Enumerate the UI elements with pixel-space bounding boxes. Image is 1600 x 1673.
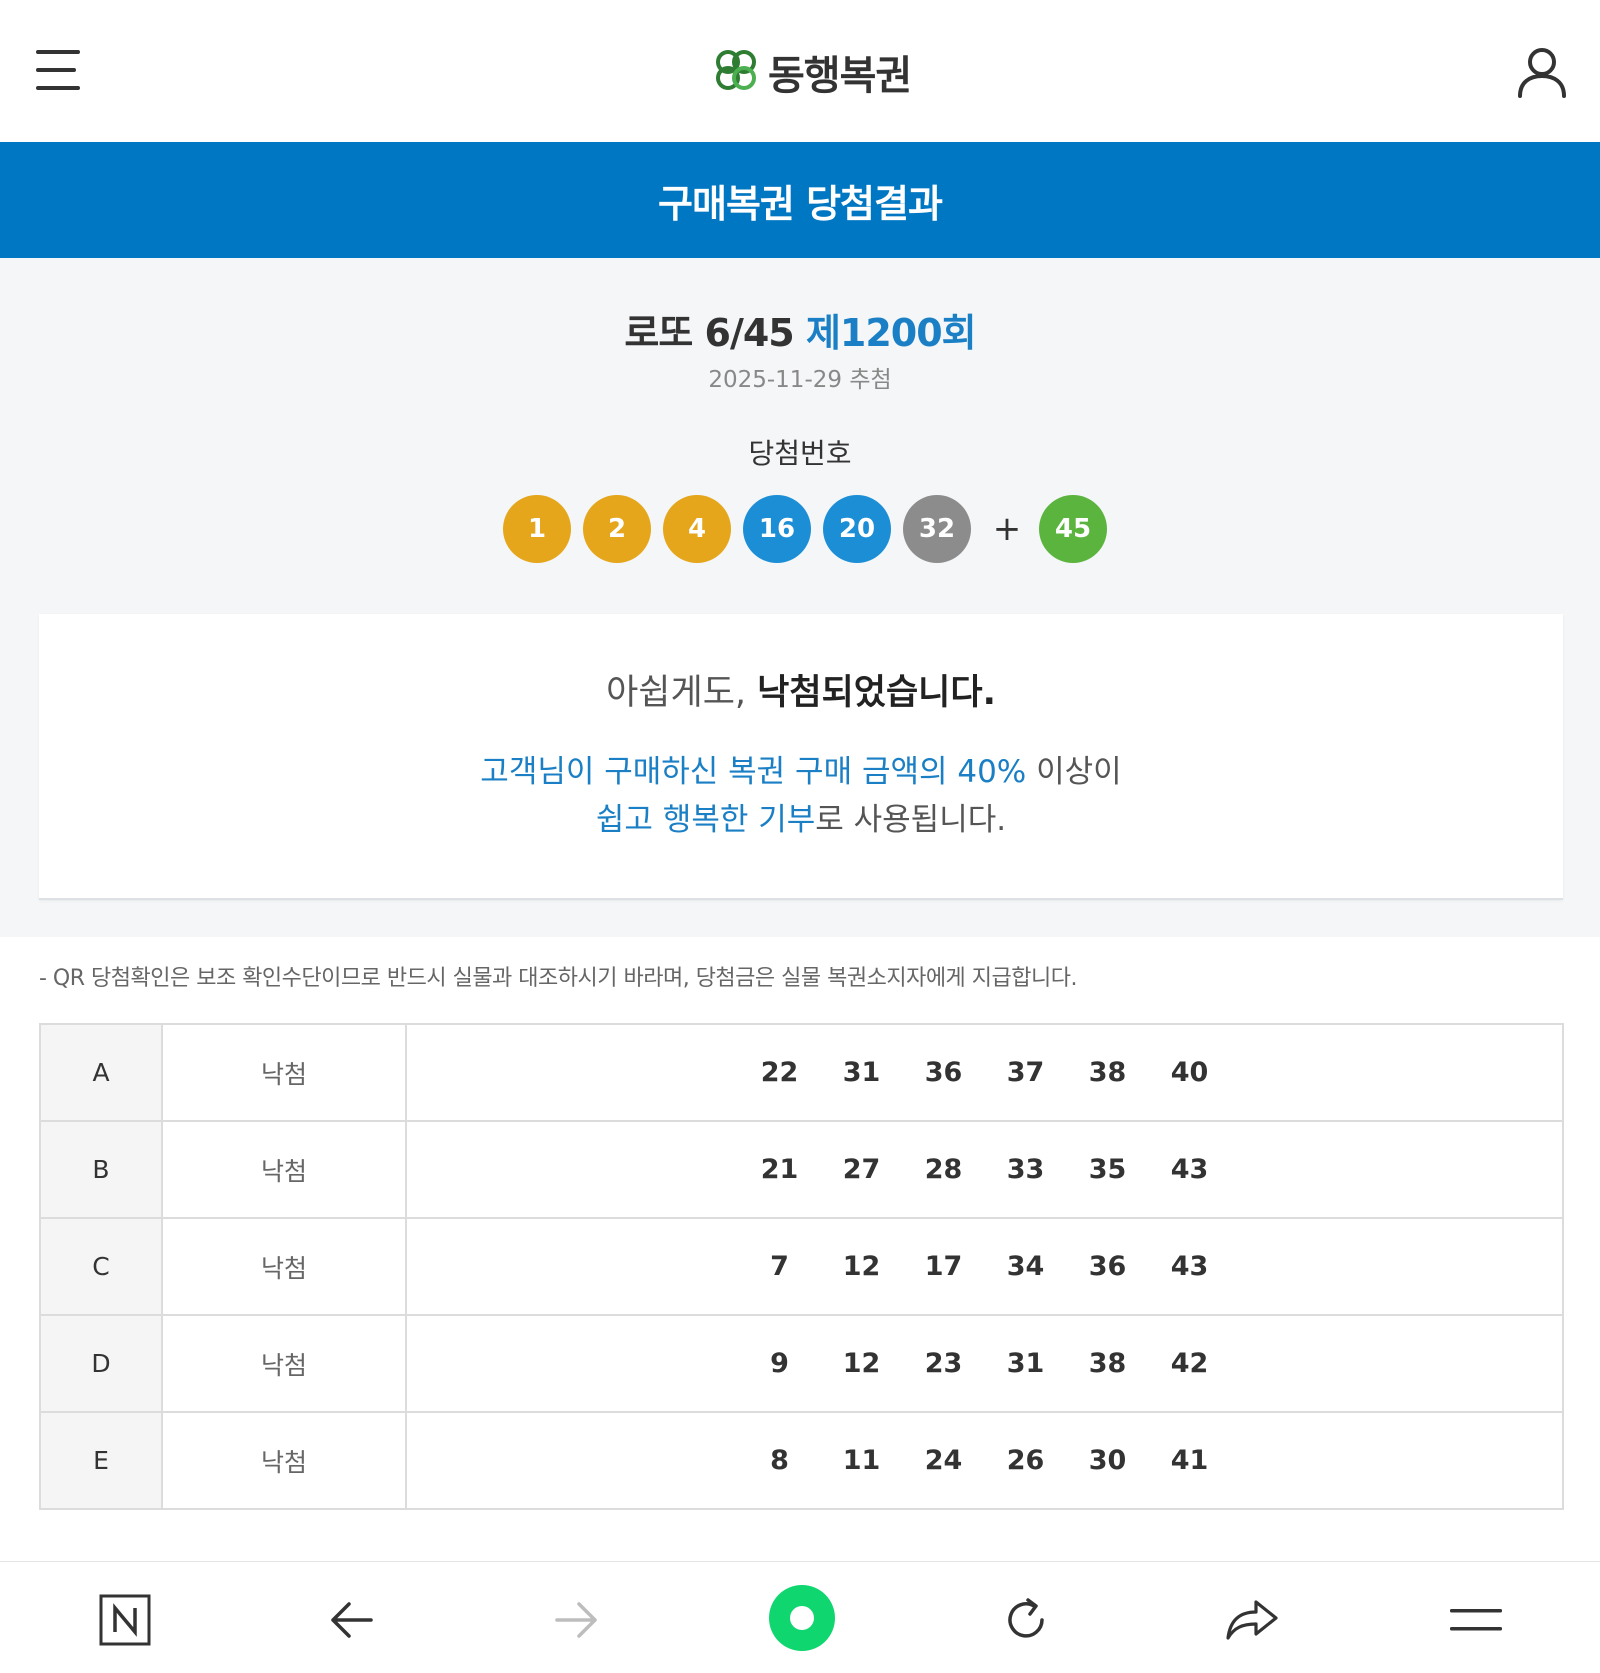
page-title-band: 구매복권 당첨결과: [0, 142, 1600, 258]
donation-highlight-1: 고객님이 구매하신 복권 구매 금액의 40%: [480, 754, 1027, 790]
ticket-number: 9: [770, 1348, 789, 1379]
ticket-game-label: B: [39, 1120, 163, 1219]
ticket-number: 27: [842, 1154, 881, 1185]
ticket-number: 24: [924, 1445, 963, 1476]
ticket-row: A 낙첨 22 31 36 37 38 40: [39, 1023, 1564, 1122]
draw-date: 2025-11-29 추첨: [708, 367, 892, 393]
result-message: 아쉽게도, 낙첨되었습니다.: [39, 664, 1563, 715]
ticket-number: 8: [770, 1445, 789, 1476]
ticket-number: 23: [924, 1348, 963, 1379]
ticket-status: 낙첨: [161, 1217, 407, 1316]
ticket-number: 36: [924, 1057, 963, 1088]
ticket-status: 낙첨: [161, 1120, 407, 1219]
ticket-numbers-cell: 21 27 28 33 35 43: [405, 1120, 1564, 1219]
ticket-numbers: 8 11 24 26 30 41: [407, 1445, 1562, 1476]
ticket-number: 37: [1006, 1057, 1045, 1088]
ticket-number: 11: [842, 1445, 881, 1476]
brand-name: 동행복권: [768, 53, 912, 99]
winning-number-ball: 16: [743, 495, 811, 563]
user-account-icon[interactable]: [1514, 44, 1570, 100]
ticket-number: 43: [1170, 1154, 1209, 1185]
brand-logo[interactable]: 동행복권: [712, 44, 912, 100]
donation-text-2: 로 사용됩니다.: [815, 802, 1007, 838]
game-name: 로또 6/45: [624, 311, 794, 355]
bonus-number-ball: 45: [1039, 495, 1107, 563]
reload-icon[interactable]: [996, 1590, 1056, 1650]
ticket-number: 28: [924, 1154, 963, 1185]
browser-bottom-bar: [0, 1561, 1600, 1673]
ticket-numbers: 9 12 23 31 38 42: [407, 1348, 1562, 1379]
ticket-game-label: C: [39, 1217, 163, 1316]
ticket-row: B 낙첨 21 27 28 33 35 43: [39, 1120, 1564, 1219]
top-header: 동행복권: [0, 0, 1600, 142]
draw-round: 제1200회: [805, 311, 977, 355]
donation-message: 고객님이 구매하신 복권 구매 금액의 40% 이상이 쉽고 행복한 기부로 사…: [39, 748, 1563, 844]
ticket-game-label: E: [39, 1411, 163, 1510]
ticket-number: 38: [1088, 1057, 1127, 1088]
ticket-status: 낙첨: [161, 1314, 407, 1413]
winning-number-ball: 2: [583, 495, 651, 563]
qr-notice: - QR 당첨확인은 보조 확인수단이므로 반드시 실물과 대조하시기 바라며,…: [39, 966, 1078, 991]
ticket-row: E 낙첨 8 11 24 26 30 41: [39, 1411, 1564, 1510]
ticket-number: 40: [1170, 1057, 1209, 1088]
page-title: 구매복권 당첨결과: [658, 181, 943, 226]
ticket-number: 33: [1006, 1154, 1045, 1185]
ticket-numbers-cell: 22 31 36 37 38 40: [405, 1023, 1564, 1122]
ticket-status: 낙첨: [161, 1411, 407, 1510]
winning-number-ball: 20: [823, 495, 891, 563]
naver-home-icon[interactable]: [95, 1590, 155, 1650]
ticket-row: C 낙첨 7 12 17 34 36 43: [39, 1217, 1564, 1316]
ticket-number: 43: [1170, 1251, 1209, 1282]
ticket-number: 36: [1088, 1251, 1127, 1282]
clover-logo-icon: [712, 46, 760, 98]
ticket-number: 17: [924, 1251, 963, 1282]
ticket-number: 12: [842, 1348, 881, 1379]
green-dot-icon[interactable]: [768, 1584, 836, 1652]
ticket-row: D 낙첨 9 12 23 31 38 42: [39, 1314, 1564, 1413]
back-arrow-icon[interactable]: [321, 1590, 381, 1650]
hamburger-menu-icon[interactable]: [36, 48, 84, 92]
result-prefix: 아쉽게도,: [606, 673, 758, 713]
ticket-number: 31: [842, 1057, 881, 1088]
donation-highlight-2: 쉽고 행복한 기부: [595, 802, 816, 838]
ticket-results-table: A 낙첨 22 31 36 37 38 40 B 낙첨 21 27 28 33 35 43 C 낙첨 7 12 17 34…: [39, 1023, 1564, 1510]
result-status-text: 낙첨되었습니다.: [757, 673, 996, 713]
ticket-number: 26: [1006, 1445, 1045, 1476]
ticket-numbers: 22 31 36 37 38 40: [407, 1057, 1562, 1088]
ticket-number: 42: [1170, 1348, 1209, 1379]
winning-numbers-label: 당첨번호: [748, 437, 852, 470]
result-message-card: 아쉽게도, 낙첨되었습니다. 고객님이 구매하신 복권 구매 금액의 40% 이…: [39, 614, 1563, 900]
ticket-status: 낙첨: [161, 1023, 407, 1122]
ticket-numbers: 21 27 28 33 35 43: [407, 1154, 1562, 1185]
ticket-game-label: A: [39, 1023, 163, 1122]
ticket-numbers: 7 12 17 34 36 43: [407, 1251, 1562, 1282]
ticket-number: 41: [1170, 1445, 1209, 1476]
ticket-number: 30: [1088, 1445, 1127, 1476]
ticket-number: 12: [842, 1251, 881, 1282]
winning-number-ball: 32: [903, 495, 971, 563]
ticket-number: 35: [1088, 1154, 1127, 1185]
ticket-number: 22: [760, 1057, 799, 1088]
browser-menu-icon[interactable]: [1446, 1590, 1506, 1650]
draw-title: 로또 6/45 제1200회: [0, 302, 1600, 357]
share-icon[interactable]: [1222, 1590, 1282, 1650]
ticket-number: 21: [760, 1154, 799, 1185]
ticket-numbers-cell: 8 11 24 26 30 41: [405, 1411, 1564, 1510]
winning-number-ball: 1: [503, 495, 571, 563]
ticket-number: 38: [1088, 1348, 1127, 1379]
ticket-numbers-cell: 7 12 17 34 36 43: [405, 1217, 1564, 1316]
ticket-numbers-cell: 9 12 23 31 38 42: [405, 1314, 1564, 1413]
ticket-number: 31: [1006, 1348, 1045, 1379]
forward-arrow-icon[interactable]: [547, 1590, 607, 1650]
ticket-number: 7: [770, 1251, 789, 1282]
bonus-plus-sign: +: [992, 509, 1022, 549]
donation-text-1: 이상이: [1026, 754, 1122, 790]
winning-number-ball: 4: [663, 495, 731, 563]
winning-numbers: 1 2 4 16 20 32 +45: [503, 495, 1107, 563]
ticket-game-label: D: [39, 1314, 163, 1413]
ticket-number: 34: [1006, 1251, 1045, 1282]
draw-result-panel: 로또 6/45 제1200회 2025-11-29 추첨 당첨번호 1 2 4 16 2…: [0, 258, 1600, 937]
